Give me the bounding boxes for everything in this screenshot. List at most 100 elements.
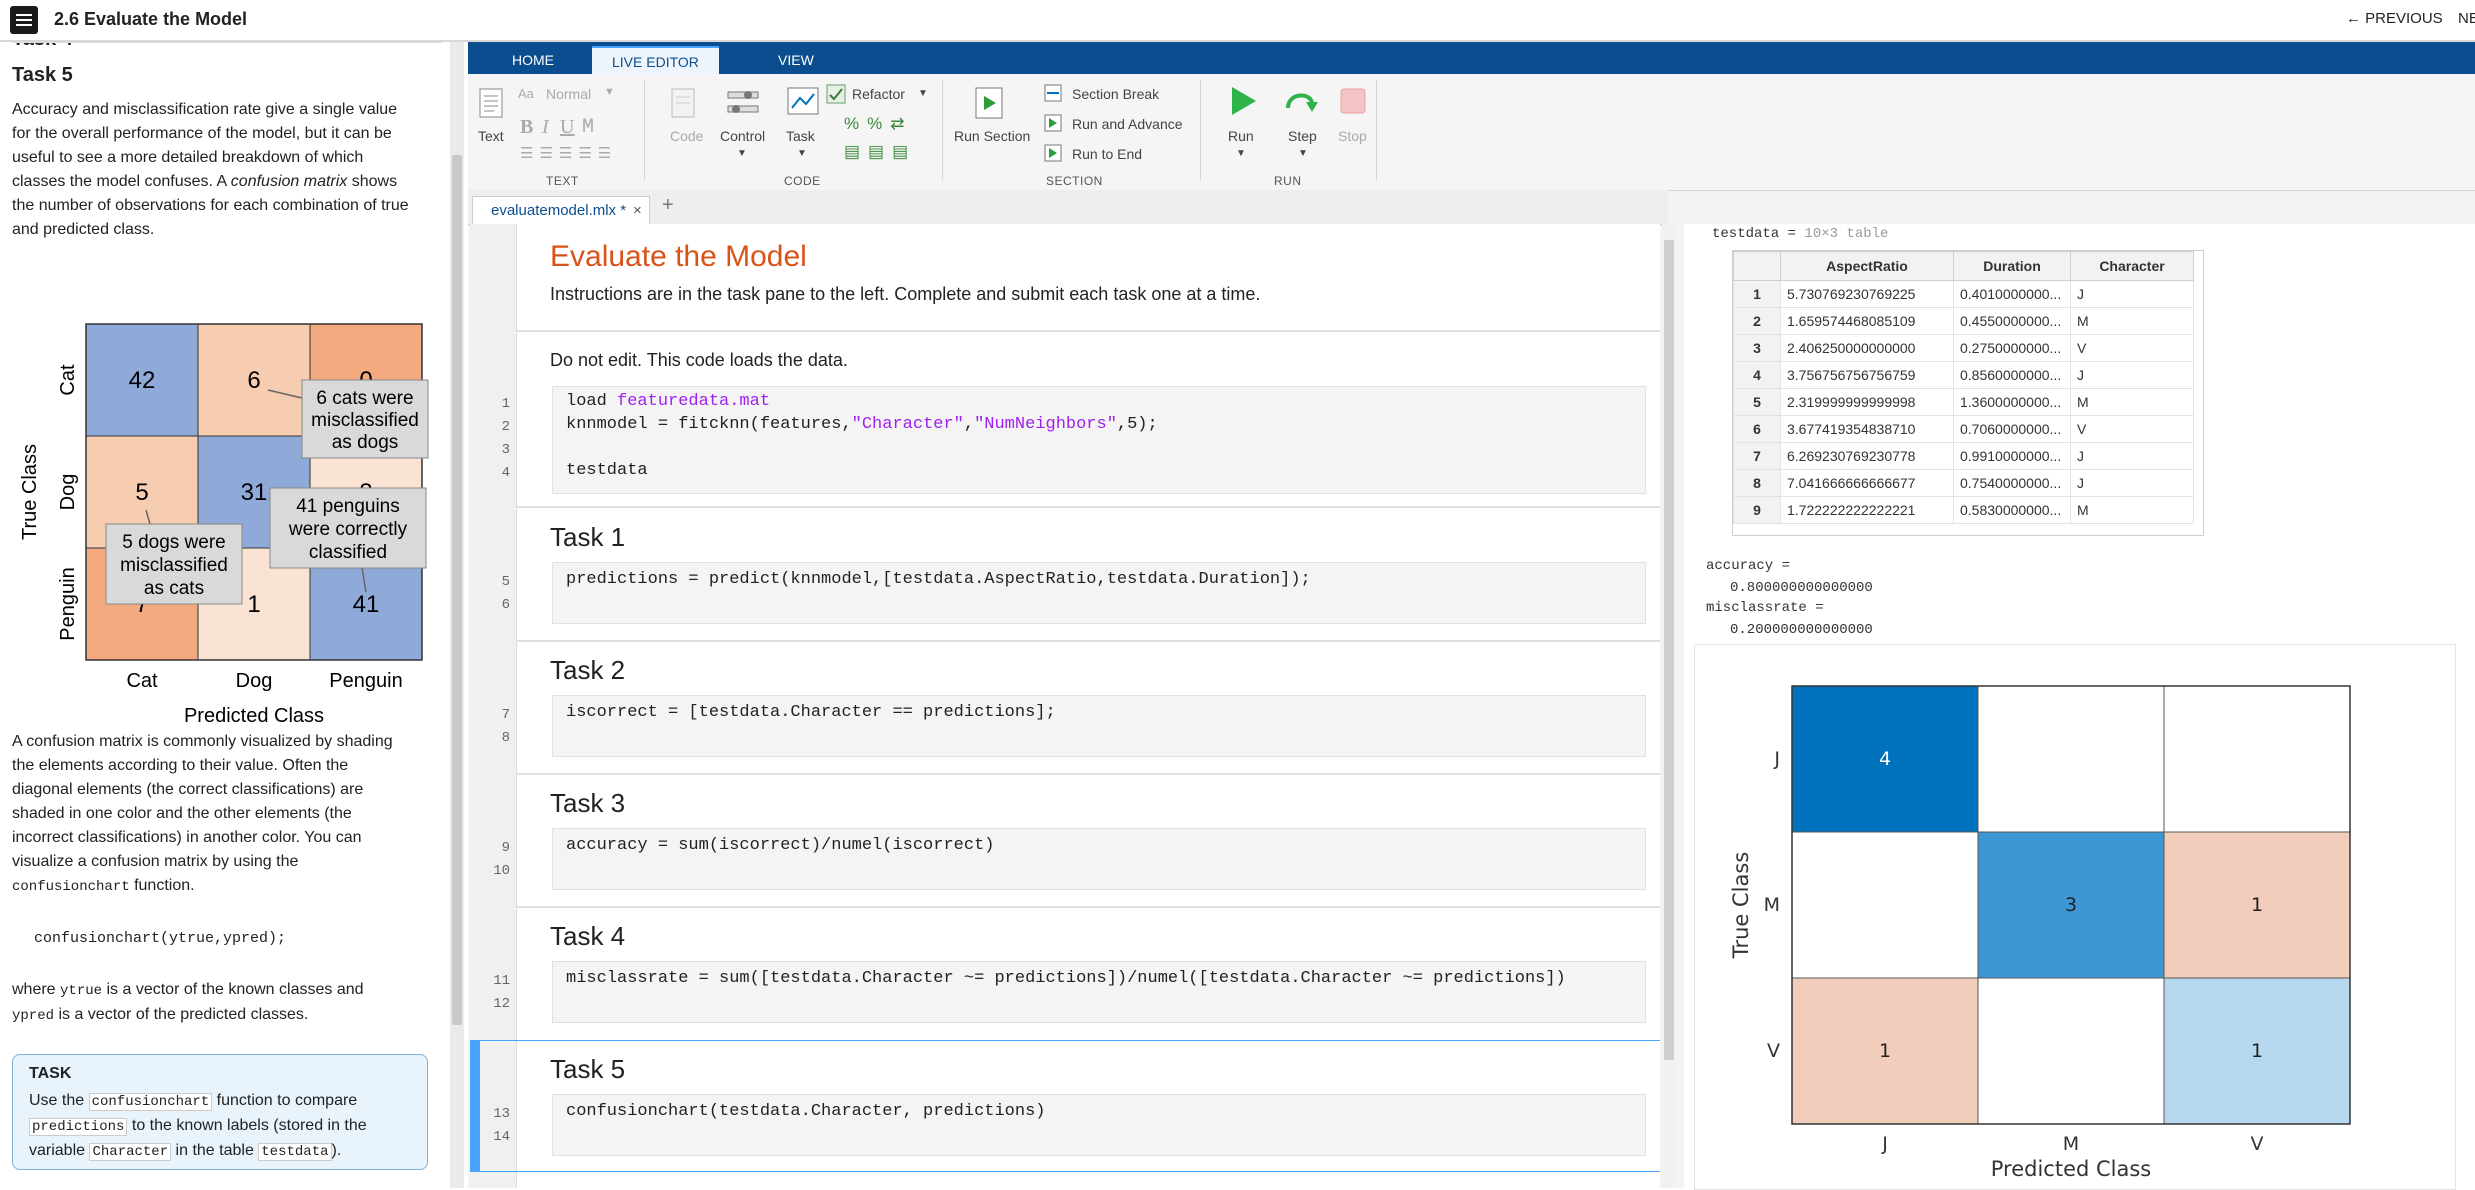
- line-number: 3: [501, 442, 510, 458]
- table-row[interactable]: 2 1.659574468085109 0.4550000000... M: [1733, 307, 2194, 335]
- text-line: confusionchart function.: [12, 874, 442, 899]
- table-row[interactable]: 7 6.269230769230778 0.9910000000... J: [1733, 442, 2194, 470]
- y-axis-label: True Class: [19, 444, 41, 540]
- column-header[interactable]: AspectRatio: [1780, 251, 1954, 281]
- table-row[interactable]: 4 3.756756756756759 0.8560000000... J: [1733, 361, 2194, 389]
- table-cell: V: [2070, 415, 2194, 443]
- previous-button[interactable]: ← PREVIOUS: [2346, 10, 2443, 27]
- code-button[interactable]: Code: [670, 128, 703, 144]
- section-group-label: SECTION: [1046, 174, 1103, 188]
- table-cell: 5.730769230769225: [1780, 280, 1954, 308]
- inline-code: predictions: [29, 1118, 128, 1136]
- row-number: 3: [1733, 334, 1781, 362]
- text: is a vector of the predicted classes.: [54, 1006, 309, 1023]
- refactor-dropdown[interactable]: Refactor: [852, 86, 905, 102]
- step-button[interactable]: Step: [1288, 128, 1317, 144]
- cm-value: 42: [129, 367, 156, 394]
- style-dropdown[interactable]: Normal: [546, 86, 591, 102]
- table-cell: 0.4550000000...: [1953, 307, 2071, 335]
- control-button[interactable]: Control: [720, 128, 765, 144]
- table-cell: 6.269230769230778: [1780, 442, 1954, 470]
- line-number: 11: [493, 973, 510, 989]
- x-axis-label: Predicted Class: [184, 705, 324, 727]
- table-row[interactable]: 3 2.406250000000000 0.2750000000... V: [1733, 334, 2194, 362]
- text-button[interactable]: Text: [478, 128, 504, 144]
- task-icon: [787, 87, 819, 115]
- section-divider: [517, 506, 1660, 508]
- table-row[interactable]: 5 2.319999999999998 1.3600000000... M: [1733, 388, 2194, 416]
- visualization-paragraph: A confusion matrix is commonly visualize…: [12, 730, 442, 899]
- confusion-chart[interactable]: 4 3 1 1 1 J M V True Class J M V Predict…: [1694, 644, 2454, 1188]
- text-line: predictions to the known labels (stored …: [29, 1114, 419, 1139]
- intro-line: the number of observations for each comb…: [12, 197, 409, 214]
- task-5-heading: Task 5: [550, 1054, 626, 1084]
- column-header[interactable]: Character: [2070, 251, 2194, 281]
- cm-value: 1: [1879, 1040, 1891, 1062]
- editor-scrollbar-thumb[interactable]: [1664, 240, 1674, 1060]
- intro-text: classes the model confuses. A: [12, 173, 231, 190]
- cm-value: 1: [2251, 1040, 2263, 1062]
- italic-icon: I: [542, 116, 549, 138]
- new-tab-icon[interactable]: +: [662, 194, 674, 217]
- row-number: 8: [1733, 469, 1781, 497]
- text: variable: [29, 1142, 90, 1159]
- text-line: A confusion matrix is commonly visualize…: [12, 733, 393, 750]
- close-icon[interactable]: ×: [633, 197, 642, 225]
- code-tools-icons[interactable]: %%⇄: [844, 114, 912, 134]
- table-cell: J: [2070, 469, 2194, 497]
- text: function to compare: [212, 1092, 358, 1109]
- run-section-button[interactable]: Run Section: [954, 128, 1030, 144]
- next-button[interactable]: NE: [2458, 10, 2475, 27]
- table-row[interactable]: 8 7.041666666666677 0.7540000000... J: [1733, 469, 2194, 497]
- table-row[interactable]: 6 3.677419354838710 0.7060000000... V: [1733, 415, 2194, 443]
- code-group-label: CODE: [784, 174, 821, 188]
- confusion-matrix-figure: 42 6 0 5 31 3 7 1 41 Cat Dog Penguin Tru…: [19, 323, 429, 727]
- table-cell: 0.8560000000...: [1953, 361, 2071, 389]
- cm-cell: [1791, 831, 1979, 979]
- text-line: variable Character in the table testdata…: [29, 1139, 419, 1164]
- text-group-label: TEXT: [546, 174, 579, 188]
- column-header[interactable]: Duration: [1953, 251, 2071, 281]
- row-label: Dog: [57, 474, 79, 511]
- run-section-icon: [975, 87, 1003, 119]
- cm-value: 5: [135, 479, 148, 506]
- document-tab[interactable]: evaluatemodel.mlx * ×: [472, 196, 650, 225]
- inline-code: ypred: [12, 1008, 55, 1024]
- run-and-advance-button[interactable]: Run and Advance: [1072, 116, 1183, 132]
- table-row[interactable]: 1 5.730769230769225 0.4010000000... J: [1733, 280, 2194, 308]
- tab-home[interactable]: HOME: [492, 46, 574, 74]
- task-1-heading: Task 1: [550, 522, 626, 552]
- code-example: confusionchart(ytrue,ypred);: [34, 930, 287, 947]
- table-cell: 0.4010000000...: [1953, 280, 2071, 308]
- cm-cell: [1977, 685, 2165, 833]
- tab-view[interactable]: VIEW: [758, 46, 834, 74]
- code-line: predictions = predict(knnmodel,[testdata…: [566, 570, 1311, 589]
- hamburger-menu-icon[interactable]: [10, 6, 38, 34]
- col-label: J: [1881, 1133, 1888, 1155]
- inline-code: confusionchart: [12, 879, 130, 895]
- col-label: Dog: [236, 670, 273, 692]
- left-scrollbar-thumb[interactable]: [452, 155, 462, 1025]
- text-line: shaded in one color and the other elemen…: [12, 805, 352, 822]
- stop-button[interactable]: Stop: [1338, 128, 1367, 144]
- line-number: 2: [501, 419, 510, 435]
- text-line: diagonal elements (the correct classific…: [12, 781, 364, 798]
- table-cell: J: [2070, 442, 2194, 470]
- page-title: 2.6 Evaluate the Model: [54, 9, 248, 29]
- code-line: iscorrect = [testdata.Character == predi…: [566, 703, 1056, 722]
- divider: [12, 42, 442, 43]
- section-break-button[interactable]: Section Break: [1072, 86, 1159, 102]
- chevron-down-icon: ▼: [797, 148, 807, 159]
- table-row[interactable]: 9 1.722222222222221 0.5830000000... M: [1733, 496, 2194, 524]
- run-button[interactable]: Run: [1228, 128, 1254, 144]
- table-viewer[interactable]: AspectRatio Duration Character 1 5.730769…: [1732, 250, 2204, 536]
- code-token: knnmodel = fitcknn(features,: [566, 415, 852, 434]
- table-cell: 0.9910000000...: [1953, 442, 2071, 470]
- task-button[interactable]: Task: [786, 128, 815, 144]
- code-tools-icons[interactable]: ▤▤▤: [844, 142, 916, 162]
- text-icon[interactable]: [478, 88, 504, 118]
- run-to-end-button[interactable]: Run to End: [1072, 146, 1142, 162]
- callout-text: 5 dogs were: [122, 532, 226, 553]
- line-number: 5: [501, 574, 510, 590]
- tab-live-editor[interactable]: LIVE EDITOR: [592, 46, 719, 76]
